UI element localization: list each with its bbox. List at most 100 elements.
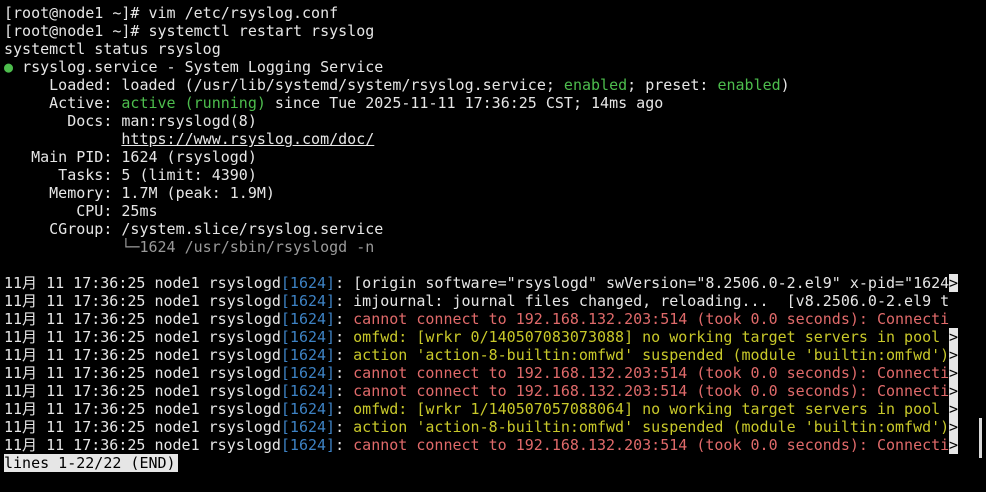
shell-prompt-line: [root@node1 ~]# systemctl restart rsyslo… xyxy=(4,22,375,40)
log-pid: [1624] xyxy=(280,436,336,454)
truncation-marker: > xyxy=(949,436,958,454)
log-prefix: 11月 11 17:36:25 node1 rsyslogd xyxy=(4,328,281,346)
active-state: active (running) xyxy=(121,94,266,112)
memory-line: Memory: 1.7M (peak: 1.9M) xyxy=(4,184,960,202)
command-echo-line: systemctl status rsyslog xyxy=(4,40,221,58)
loaded-label: Loaded: xyxy=(4,76,122,94)
log-separator: : xyxy=(335,418,354,436)
log-pid: [1624] xyxy=(280,364,336,382)
main-pid-line: Main PID: 1624 (rsyslogd) xyxy=(4,148,960,166)
log-separator: : xyxy=(335,274,354,292)
preset-status: enabled xyxy=(717,76,781,94)
truncation-marker: > xyxy=(949,274,958,292)
log-message: omfwd: [wrkr 0/140507083073088] no worki… xyxy=(353,328,941,346)
log-line: 11月 11 17:36:25 node1 rsyslogd[1624]: ca… xyxy=(4,382,958,400)
log-prefix: 11月 11 17:36:25 node1 rsyslogd xyxy=(4,418,281,436)
docs-man-page: man:rsyslogd(8) xyxy=(121,112,257,130)
main-pid-label: Main PID: xyxy=(4,148,122,166)
tasks-line: Tasks: 5 (limit: 4390) xyxy=(4,166,960,184)
cgroup-label: CGroup: xyxy=(4,220,122,238)
truncation-marker: > xyxy=(949,400,958,418)
log-pid: [1624] xyxy=(280,346,336,364)
active-line: Active: active (running) since Tue 2025-… xyxy=(4,94,960,112)
log-prefix: 11月 11 17:36:25 node1 rsyslogd xyxy=(4,364,281,382)
log-prefix: 11月 11 17:36:25 node1 rsyslogd xyxy=(4,292,281,310)
cgroup-child-process: └─1624 /usr/sbin/rsyslogd -n xyxy=(121,238,375,256)
truncation-marker: > xyxy=(949,328,958,346)
log-pid: [1624] xyxy=(280,274,336,292)
log-separator: : xyxy=(335,382,354,400)
truncation-marker: > xyxy=(949,346,958,364)
active-label: Active: xyxy=(4,94,122,112)
shell-prompt-line: [root@node1 ~]# vim /etc/rsyslog.conf xyxy=(4,4,339,22)
cgroup-child-line: └─1624 /usr/sbin/rsyslogd -n xyxy=(4,238,960,256)
service-header-line: ● rsyslog.service - System Logging Servi… xyxy=(4,58,960,76)
log-pid: [1624] xyxy=(280,400,336,418)
log-message: cannot connect to 192.168.132.203:514 (t… xyxy=(353,364,950,382)
service-name: rsyslog.service - System Logging Service xyxy=(22,58,384,76)
log-line: 11月 11 17:36:25 node1 rsyslogd[1624]: [o… xyxy=(4,274,958,292)
truncation-marker: > xyxy=(949,364,958,382)
log-line: 11月 11 17:36:25 node1 rsyslogd[1624]: ac… xyxy=(4,346,958,364)
terminal-window[interactable]: [root@node1 ~]# vim /etc/rsyslog.conf [r… xyxy=(4,4,960,488)
log-pid: [1624] xyxy=(280,382,336,400)
log-message: cannot connect to 192.168.132.203:514 (t… xyxy=(353,310,950,328)
docs-url-link[interactable]: https://www.rsyslog.com/doc/ xyxy=(121,130,374,148)
memory-label: Memory: xyxy=(4,184,122,202)
log-line: 11月 11 17:36:25 node1 rsyslogd[1624]: ac… xyxy=(4,418,958,436)
log-message: action 'action-8-builtin:omfwd' suspende… xyxy=(353,346,950,364)
log-separator: : xyxy=(335,436,354,454)
docs-line-2: https://www.rsyslog.com/doc/ xyxy=(4,130,960,148)
journal-log: 11月 11 17:36:25 node1 rsyslogd[1624]: [o… xyxy=(4,274,960,454)
cpu-label: CPU: xyxy=(4,202,122,220)
pager-status-line: lines 1-22/22 (END) xyxy=(4,454,960,472)
log-prefix: 11月 11 17:36:25 node1 rsyslogd xyxy=(4,310,281,328)
log-message: cannot connect to 192.168.132.203:514 (t… xyxy=(353,382,950,400)
log-message: cannot connect to 192.168.132.203:514 (t… xyxy=(353,436,950,454)
log-prefix: 11月 11 17:36:25 node1 rsyslogd xyxy=(4,436,281,454)
log-pid: [1624] xyxy=(280,418,336,436)
docs-line: Docs: man:rsyslogd(8) xyxy=(4,112,960,130)
memory-value: 1.7M (peak: 1.9M) xyxy=(121,184,275,202)
log-line: 11月 11 17:36:25 node1 rsyslogd[1624]: ca… xyxy=(4,436,958,454)
log-message: imjournal: journal files changed, reload… xyxy=(353,292,950,310)
docs-label: Docs: xyxy=(4,112,122,130)
log-pid: [1624] xyxy=(280,310,336,328)
log-pid: [1624] xyxy=(280,328,336,346)
cpu-value: 25ms xyxy=(121,202,158,220)
terminal-scrollbar[interactable] xyxy=(979,418,982,458)
loaded-close: ) xyxy=(780,76,790,94)
log-message: action 'action-8-builtin:omfwd' suspende… xyxy=(353,418,950,436)
loaded-path: loaded (/usr/lib/systemd/system/rsyslog.… xyxy=(121,76,564,94)
log-line: 11月 11 17:36:25 node1 rsyslogd[1624]: ca… xyxy=(4,310,958,328)
log-line: 11月 11 17:36:25 node1 rsyslogd[1624]: om… xyxy=(4,328,958,346)
log-prefix: 11月 11 17:36:25 node1 rsyslogd xyxy=(4,400,281,418)
cgroup-line: CGroup: /system.slice/rsyslog.service xyxy=(4,220,960,238)
log-message: [origin software="rsyslogd" swVersion="8… xyxy=(353,274,950,292)
cpu-line: CPU: 25ms xyxy=(4,202,960,220)
pager-status: lines 1-22/22 (END) xyxy=(4,454,178,472)
cgroup-value: /system.slice/rsyslog.service xyxy=(121,220,384,238)
log-prefix: 11月 11 17:36:25 node1 rsyslogd xyxy=(4,274,281,292)
truncation-marker: > xyxy=(949,382,958,400)
tasks-label: Tasks: xyxy=(4,166,122,184)
log-line: 11月 11 17:36:25 node1 rsyslogd[1624]: ca… xyxy=(4,364,958,382)
docs-indent xyxy=(4,130,121,148)
status-dot-icon: ● xyxy=(4,58,14,76)
enabled-status: enabled xyxy=(563,76,628,94)
log-line: 11月 11 17:36:25 node1 rsyslogd[1624]: om… xyxy=(4,400,958,418)
log-line: 11月 11 17:36:25 node1 rsyslogd[1624]: im… xyxy=(4,292,958,310)
log-separator: : xyxy=(335,310,354,328)
tasks-value: 5 (limit: 4390) xyxy=(121,166,257,184)
log-prefix: 11月 11 17:36:25 node1 rsyslogd xyxy=(4,382,281,400)
log-message: omfwd: [wrkr 1/140507057088064] no worki… xyxy=(353,400,941,418)
log-prefix: 11月 11 17:36:25 node1 rsyslogd xyxy=(4,346,281,364)
log-pid: [1624] xyxy=(280,292,336,310)
active-since: since Tue 2025-11-11 17:36:25 CST; 14ms … xyxy=(265,94,664,112)
log-separator: : xyxy=(335,400,354,418)
preset-label: ; preset: xyxy=(627,76,718,94)
truncation-marker: > xyxy=(949,418,958,436)
cgroup-indent xyxy=(4,238,121,256)
loaded-line: Loaded: loaded (/usr/lib/systemd/system/… xyxy=(4,76,960,94)
